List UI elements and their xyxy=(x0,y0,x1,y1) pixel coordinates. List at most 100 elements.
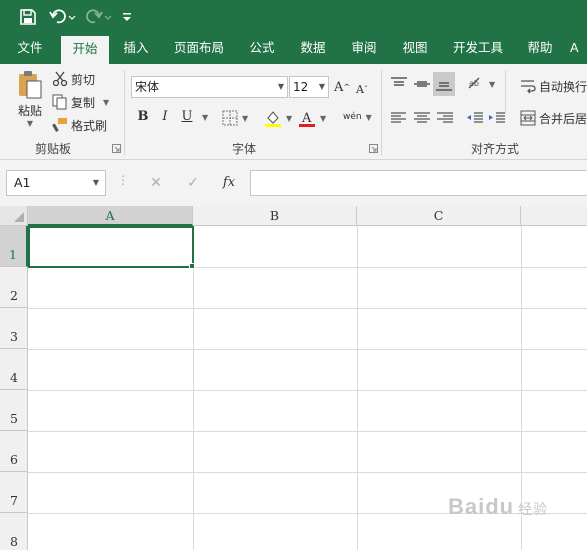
decrease-font-size-icon[interactable]: Aˇ xyxy=(356,80,368,98)
ribbon-tabs: 文件 开始 插入 页面布局 公式 数据 审阅 视图 开发工具 帮助 A xyxy=(0,33,587,64)
paste-icon xyxy=(19,71,42,99)
gridline xyxy=(193,226,194,550)
name-box[interactable]: A1 ▼ xyxy=(6,170,106,196)
row-header[interactable]: 6 xyxy=(0,431,28,472)
align-right-button[interactable] xyxy=(436,108,454,128)
gridline xyxy=(28,472,587,473)
font-name-select[interactable]: 宋体 ▼ xyxy=(131,76,288,98)
chevron-down-icon[interactable]: ▼ xyxy=(103,98,109,107)
launcher-icon[interactable] xyxy=(112,144,121,153)
merge-center-label: 合并后居 xyxy=(539,111,587,126)
increase-indent-button[interactable] xyxy=(488,108,506,128)
chevron-down-icon: ▼ xyxy=(92,178,99,187)
orientation-button[interactable]: ab ▼ xyxy=(467,74,495,94)
column-header-c[interactable]: C xyxy=(357,206,521,226)
row-header[interactable]: 7 xyxy=(0,472,28,513)
font-size-value: 12 xyxy=(293,80,309,94)
tab-home[interactable]: 开始 xyxy=(61,36,109,64)
copy-button[interactable]: 复制 ▼ xyxy=(52,93,109,111)
column-header-d[interactable] xyxy=(521,206,587,226)
paste-button[interactable]: 粘贴 ▼ xyxy=(12,70,48,132)
column-header-a[interactable]: A xyxy=(28,206,193,226)
row-header[interactable]: 8 xyxy=(0,513,28,550)
increase-font-size-icon[interactable]: A ^ xyxy=(334,78,350,96)
copy-label: 复制 xyxy=(71,95,96,110)
chevron-down-icon: ▼ xyxy=(277,82,284,91)
redo-icon[interactable] xyxy=(84,7,114,27)
save-icon[interactable] xyxy=(18,7,38,27)
customize-icon[interactable] xyxy=(120,7,134,27)
cut-label: 剪切 xyxy=(71,72,96,87)
align-middle-button[interactable] xyxy=(413,74,431,94)
wrap-text-icon xyxy=(521,80,536,94)
worksheet-grid: A B C 1 2 3 4 5 6 7 8 Baidu 经验 xyxy=(0,206,587,550)
clipboard-group-label: 剪贴板 xyxy=(35,142,72,156)
insert-function-icon[interactable]: fx xyxy=(218,170,240,196)
tab-file[interactable]: 文件 xyxy=(8,33,52,64)
merge-cells-icon xyxy=(520,110,536,126)
launcher-icon[interactable] xyxy=(369,144,378,153)
font-color-button[interactable]: A ▼ xyxy=(298,108,326,128)
font-name-value: 宋体 xyxy=(135,80,160,94)
column-header-b[interactable]: B xyxy=(193,206,357,226)
formula-input[interactable] xyxy=(250,170,587,196)
align-center-button[interactable] xyxy=(413,108,431,128)
svg-text:ab: ab xyxy=(469,79,479,88)
ribbon: 粘贴 ▼ 剪切 复制 ▼ 格式刷 剪贴板 宋体 ▼ 12 ▼ A ^ Aˇ B I U… xyxy=(0,64,587,160)
align-bottom-button[interactable] xyxy=(433,72,455,96)
align-left-button[interactable] xyxy=(390,108,408,128)
tab-developer[interactable]: 开发工具 xyxy=(446,33,510,64)
tab-help[interactable]: 帮助 xyxy=(518,33,562,64)
chevron-down-icon: ▼ xyxy=(286,113,293,123)
underline-button[interactable]: U xyxy=(178,107,196,127)
undo-icon[interactable] xyxy=(48,7,78,27)
font-size-select[interactable]: 12 ▼ xyxy=(289,76,329,98)
align-top-button[interactable] xyxy=(390,74,408,94)
scissors-icon xyxy=(52,71,68,87)
row-header[interactable]: 2 xyxy=(0,267,28,308)
tab-data[interactable]: 数据 xyxy=(291,33,335,64)
wrap-text-button[interactable]: 自动换行 xyxy=(520,76,587,96)
format-painter-button[interactable]: 格式刷 xyxy=(52,116,107,134)
tab-view[interactable]: 视图 xyxy=(393,33,437,64)
cut-button[interactable]: 剪切 xyxy=(52,70,95,88)
fill-handle[interactable] xyxy=(189,263,195,269)
bold-button[interactable]: B xyxy=(134,107,152,127)
tab-page-layout[interactable]: 页面布局 xyxy=(166,33,232,64)
font-group-label: 字体 xyxy=(232,142,257,156)
border-button[interactable]: ▼ xyxy=(222,109,248,127)
tab-insert[interactable]: 插入 xyxy=(114,33,158,64)
fill-color-button[interactable]: ▼ xyxy=(264,108,292,128)
chevron-down-icon: ▼ xyxy=(365,112,372,122)
text-orientation-icon: ab xyxy=(468,77,480,89)
active-cell-a1[interactable] xyxy=(28,226,194,268)
select-all-button[interactable] xyxy=(0,206,28,226)
drag-handle-icon[interactable]: ⋮ xyxy=(117,173,129,187)
watermark-suffix: 经验 xyxy=(518,501,549,517)
align-middle-icon xyxy=(414,81,430,87)
row-header[interactable]: 3 xyxy=(0,308,28,349)
phonetic-button[interactable]: wén ▼ xyxy=(343,107,372,127)
cancel-icon[interactable]: ✕ xyxy=(145,170,167,196)
increase-indent-icon xyxy=(489,112,505,123)
chevron-down-icon[interactable]: ▼ xyxy=(202,113,208,122)
svg-text:A: A xyxy=(301,111,312,126)
group-divider xyxy=(124,70,125,156)
row-header[interactable]: 1 xyxy=(0,226,28,267)
merge-center-button[interactable]: 合并后居 xyxy=(520,108,587,128)
enter-icon[interactable]: ✓ xyxy=(182,170,204,196)
font-color-icon: A xyxy=(299,111,315,127)
tab-formulas[interactable]: 公式 xyxy=(240,33,284,64)
align-right-icon xyxy=(437,112,453,123)
tab-overflow[interactable]: A xyxy=(570,33,587,64)
decrease-indent-button[interactable] xyxy=(466,108,484,128)
row-header[interactable]: 4 xyxy=(0,349,28,390)
chevron-down-icon: ▼ xyxy=(489,79,496,89)
chevron-down-icon: ▼ xyxy=(26,119,34,128)
border-icon xyxy=(222,110,238,126)
italic-button[interactable]: I xyxy=(156,107,174,127)
align-bottom-icon xyxy=(436,82,452,91)
row-header[interactable]: 5 xyxy=(0,390,28,431)
row-header-bar: 1 2 3 4 5 6 7 8 xyxy=(0,226,28,550)
tab-review[interactable]: 审阅 xyxy=(342,33,386,64)
